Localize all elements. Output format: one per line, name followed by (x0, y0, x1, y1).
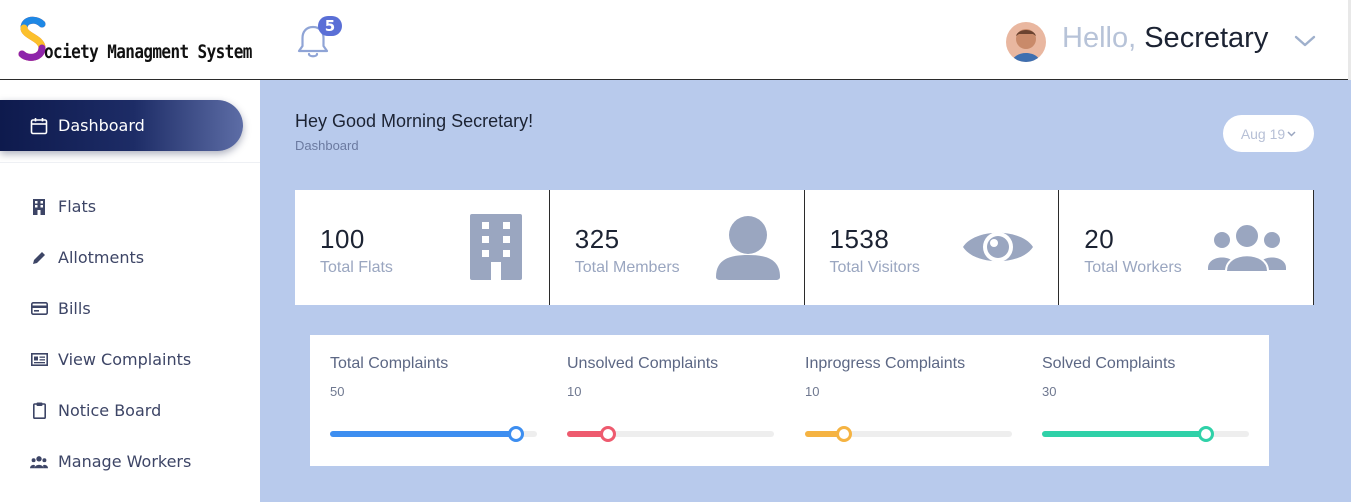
sidebar-item-bills[interactable]: Bills (30, 299, 91, 318)
stat-value: 100 (320, 224, 365, 254)
stat-card-visitors[interactable]: 1538 Total Visitors (804, 190, 1060, 305)
chevron-down-icon[interactable] (1294, 34, 1316, 48)
sidebar-item-label: Bills (58, 299, 91, 318)
sidebar-item-label: Allotments (58, 248, 145, 267)
logo-text: ociety Managment System (44, 40, 252, 63)
progress-track (567, 426, 774, 442)
user-icon (715, 216, 780, 280)
top-header: 5 Hello, Secretary (260, 0, 1351, 80)
calendar-icon (30, 117, 48, 134)
sidebar-item-label: Dashboard (58, 116, 145, 135)
sidebar-item-dashboard[interactable]: Dashboard (0, 100, 243, 151)
complaint-label: Unsolved Complaints (567, 355, 719, 372)
sidebar-item-label: Notice Board (58, 401, 162, 420)
users-icon (30, 453, 48, 471)
progress-track (1042, 426, 1249, 442)
sidebar-item-label: Manage Workers (58, 452, 192, 471)
building-icon (470, 214, 522, 280)
sidebar-item-label: View Complaints (58, 350, 192, 369)
eye-icon (962, 232, 1033, 262)
sidebar-item-manage-workers[interactable]: Manage Workers (30, 452, 191, 471)
notification-count-badge: 5 (318, 16, 342, 36)
greeting-text: Hello, (1062, 22, 1137, 54)
complaint-label: Total Complaints (330, 355, 449, 372)
user-greeting[interactable]: Hello, Secretary (1062, 22, 1268, 55)
stat-value: 20 (1084, 224, 1115, 254)
sidebar-item-label: Flats (58, 197, 97, 216)
complaints-panel: Total Complaints 50 Unsolved Complaints … (310, 335, 1269, 466)
complaint-value: 50 (330, 384, 345, 399)
stat-card-members[interactable]: 325 Total Members (549, 190, 805, 305)
sidebar-item-allotments[interactable]: Allotments (30, 248, 144, 267)
complaint-value: 10 (567, 384, 582, 399)
date-filter-label: Aug 19 (1240, 125, 1286, 142)
app-logo[interactable]: ociety Managment System (0, 0, 260, 80)
users-icon (1208, 223, 1287, 273)
progress-fill (330, 431, 517, 437)
date-filter-button[interactable]: Aug 19 (1223, 115, 1314, 152)
progress-knob[interactable] (836, 426, 853, 442)
stat-value: 325 (574, 224, 620, 254)
stats-row: 100 Total Flats 325 Total Members 1538 T… (295, 190, 1314, 305)
credit-card-icon (30, 300, 48, 318)
chevron-down-icon (1287, 130, 1296, 137)
clipboard-icon (30, 402, 48, 420)
sidebar-item-notice-board[interactable]: Notice Board (30, 401, 161, 420)
sidebar-item-view-complaints[interactable]: View Complaints (30, 350, 191, 369)
progress-track (330, 426, 537, 442)
progress-track (805, 426, 1012, 442)
stat-label: Total Flats (320, 259, 393, 276)
stat-card-flats[interactable]: 100 Total Flats (295, 190, 550, 305)
progress-knob[interactable] (600, 426, 617, 442)
complaint-value: 30 (1042, 384, 1057, 399)
sidebar-divider (0, 162, 260, 163)
stat-card-workers[interactable]: 20 Total Workers (1059, 190, 1314, 305)
sidebar-item-flats[interactable]: Flats (30, 197, 96, 216)
building-icon (30, 198, 48, 216)
user-name: Secretary (1144, 22, 1269, 54)
pencil-icon (30, 249, 48, 267)
stat-label: Total Visitors (829, 259, 920, 276)
sidebar: ociety Managment System Dashboard Flats … (0, 0, 260, 502)
stat-value: 1538 (829, 224, 890, 254)
progress-knob[interactable] (1197, 426, 1214, 442)
avatar[interactable] (1006, 22, 1046, 62)
progress-knob[interactable] (508, 426, 525, 442)
stat-label: Total Members (574, 259, 680, 276)
stat-label: Total Workers (1084, 259, 1182, 276)
breadcrumb[interactable]: Dashboard (295, 138, 359, 153)
complaint-total: Total Complaints 50 (330, 335, 537, 466)
page-greeting: Hey Good Morning Secretary! (295, 111, 534, 131)
progress-fill (1042, 431, 1206, 437)
complaint-value: 10 (805, 384, 820, 399)
newspaper-icon (30, 351, 48, 369)
complaint-label: Solved Complaints (1042, 355, 1176, 372)
complaint-inprogress: Inprogress Complaints 10 (805, 335, 1012, 466)
complaint-unsolved: Unsolved Complaints 10 (567, 335, 774, 466)
complaint-solved: Solved Complaints 30 (1042, 335, 1249, 466)
complaint-label: Inprogress Complaints (805, 355, 966, 372)
